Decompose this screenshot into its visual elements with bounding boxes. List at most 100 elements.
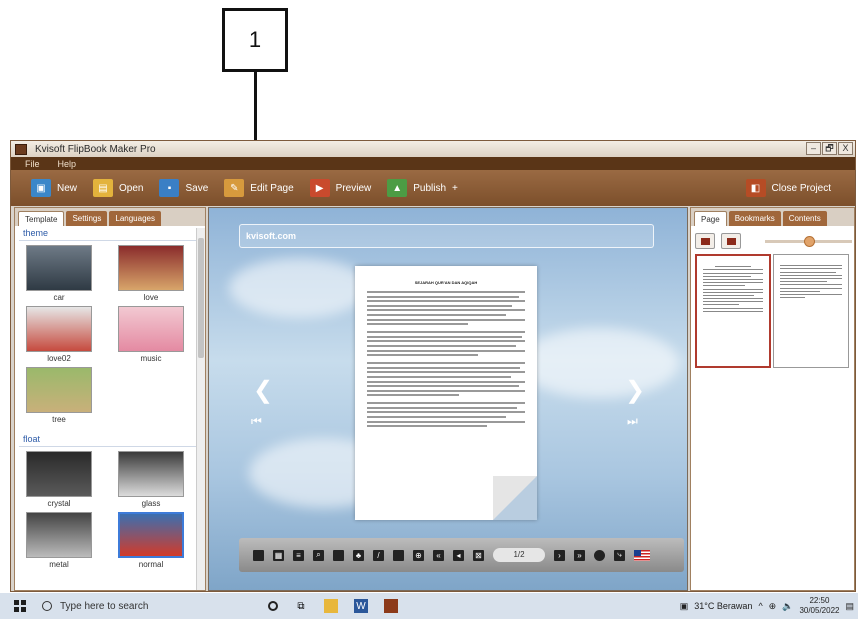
tab-contents[interactable]: Contents	[782, 211, 827, 226]
template-tree[interactable]: tree	[21, 367, 97, 424]
print-icon[interactable]: ♣	[353, 549, 364, 561]
template-thumbnail	[26, 451, 92, 497]
preview-button[interactable]: ▶ Preview	[309, 179, 372, 197]
close-project-button[interactable]: ◧ Close Project	[745, 179, 831, 197]
preview-label: Preview	[335, 182, 372, 194]
scrollbar-thumb[interactable]	[198, 238, 204, 358]
edit-page-button[interactable]: ✎ Edit Page	[224, 179, 294, 197]
save-button[interactable]: ▪ Save	[159, 179, 208, 197]
last-page-icon[interactable]: ⏭	[627, 414, 638, 429]
page-counter[interactable]: 1/2	[493, 548, 545, 562]
os-taskbar: Type here to search ⧉ W ▣ 31°C Berawan ^…	[0, 593, 858, 619]
site-url: kvisoft.com	[246, 231, 297, 241]
tab-languages[interactable]: Languages	[109, 211, 161, 226]
autoplay-icon[interactable]: »	[574, 549, 585, 561]
system-tray: ▣ 31°C Berawan ^ ⊕ 🔈 22:50 30/05/2022 ▤	[680, 593, 854, 619]
chevron-up-icon[interactable]: ^	[758, 601, 762, 611]
remove-page-button[interactable]	[721, 233, 741, 249]
publish-button[interactable]: ▲ Publish +	[387, 179, 458, 197]
next-page-icon[interactable]: ❯	[625, 376, 645, 405]
list-icon[interactable]: ≡	[293, 549, 304, 561]
publish-label: Publish	[413, 182, 447, 194]
pen-icon[interactable]: /	[373, 549, 384, 561]
sound-icon[interactable]: ◂	[453, 549, 464, 561]
page-thumbnails	[695, 254, 852, 368]
task-view-icon[interactable]: ⧉	[294, 599, 308, 613]
template-thumbnail	[26, 306, 92, 352]
fullscreen-icon[interactable]: ⊠	[473, 549, 484, 561]
record-icon[interactable]	[594, 549, 605, 561]
close-project-label: Close Project	[771, 182, 831, 194]
grid-thumbnails-icon[interactable]: ▦	[273, 549, 284, 561]
share-icon[interactable]: ⊕	[413, 549, 424, 561]
template-car[interactable]: car	[21, 245, 97, 302]
add-page-button[interactable]	[695, 233, 715, 249]
menu-file[interactable]: File	[25, 159, 40, 169]
minimize-button[interactable]: –	[806, 142, 821, 155]
volume-icon[interactable]: 🔈	[782, 601, 793, 612]
cloud-decoration	[519, 328, 679, 398]
page-thumbnail-2[interactable]	[773, 254, 849, 368]
word-icon[interactable]: W	[354, 599, 368, 613]
menu-bar: File Help	[11, 157, 855, 170]
exit-icon[interactable]: ⤷	[614, 549, 625, 561]
next-icon[interactable]: ›	[554, 549, 565, 561]
site-url-bar: kvisoft.com	[239, 224, 654, 248]
restore-button[interactable]: 🗗	[822, 142, 837, 155]
publish-icon: ▲	[387, 179, 408, 197]
cortana-icon[interactable]	[268, 601, 278, 611]
zoom-slider-knob[interactable]	[803, 235, 815, 247]
taskbar-apps: ⧉ W	[268, 599, 398, 613]
template-love02[interactable]: love02	[21, 306, 97, 363]
page-curl[interactable]	[493, 476, 537, 520]
template-scrollbar[interactable]	[196, 228, 205, 590]
network-icon[interactable]: ⊕	[769, 601, 777, 612]
weather-icon[interactable]: ▣	[680, 601, 689, 612]
weather-text[interactable]: 31°C Berawan	[694, 601, 752, 611]
clock-date: 30/05/2022	[799, 606, 840, 615]
template-music[interactable]: music	[113, 306, 189, 363]
tab-bookmarks[interactable]: Bookmarks	[728, 211, 781, 226]
rewind-icon[interactable]: «	[433, 549, 444, 561]
file-explorer-icon[interactable]	[324, 599, 338, 613]
search-icon[interactable]: ⌕	[313, 549, 324, 561]
template-glass[interactable]: glass	[113, 451, 189, 508]
clock[interactable]: 22:50 30/05/2022	[799, 596, 839, 616]
new-icon: ▣	[31, 179, 51, 197]
zoom-slider[interactable]	[765, 235, 852, 247]
publish-dropdown-icon[interactable]: +	[452, 183, 458, 194]
book-icon[interactable]	[253, 549, 264, 561]
bookmark-icon[interactable]	[333, 549, 344, 561]
first-page-icon[interactable]: ⏮	[251, 414, 262, 429]
language-flag-icon[interactable]	[634, 549, 650, 561]
menu-help[interactable]: Help	[58, 159, 77, 169]
book-page[interactable]: SEJARAH QUR'AN DAN AQIQAH	[355, 266, 537, 520]
tab-page[interactable]: Page	[694, 211, 727, 226]
tab-template[interactable]: Template	[18, 211, 65, 226]
flipbook-preview: kvisoft.com ❮ ⏮ ❯ ⏭ SEJARAH QUR'AN DAN A…	[208, 207, 688, 591]
template-thumbnail	[118, 451, 184, 497]
template-label: music	[140, 354, 162, 363]
template-metal[interactable]: metal	[21, 512, 97, 569]
template-label: tree	[52, 415, 66, 424]
template-love[interactable]: love	[113, 245, 189, 302]
template-thumbnail	[118, 306, 184, 352]
taskbar-search[interactable]: Type here to search	[42, 601, 242, 612]
close-button[interactable]: X	[838, 142, 853, 155]
tab-settings[interactable]: Settings	[66, 211, 108, 226]
new-button[interactable]: ▣ New	[31, 179, 77, 197]
cloud-decoration	[229, 258, 369, 318]
float-grid: crystal glass metal normal	[15, 447, 205, 573]
close-project-icon: ◧	[745, 179, 766, 197]
open-button[interactable]: ▤ Open	[93, 179, 143, 197]
download-icon[interactable]	[393, 549, 404, 561]
search-icon	[42, 601, 52, 611]
page-heading: SEJARAH QUR'AN DAN AQIQAH	[414, 280, 478, 285]
prev-page-icon[interactable]: ❮	[253, 376, 273, 405]
page-thumbnail-1[interactable]	[695, 254, 771, 368]
template-crystal[interactable]: crystal	[21, 451, 97, 508]
template-normal[interactable]: normal	[113, 512, 189, 569]
flipbook-maker-icon[interactable]	[384, 599, 398, 613]
notifications-icon[interactable]: ▤	[845, 601, 854, 612]
windows-start-icon[interactable]	[14, 600, 26, 612]
